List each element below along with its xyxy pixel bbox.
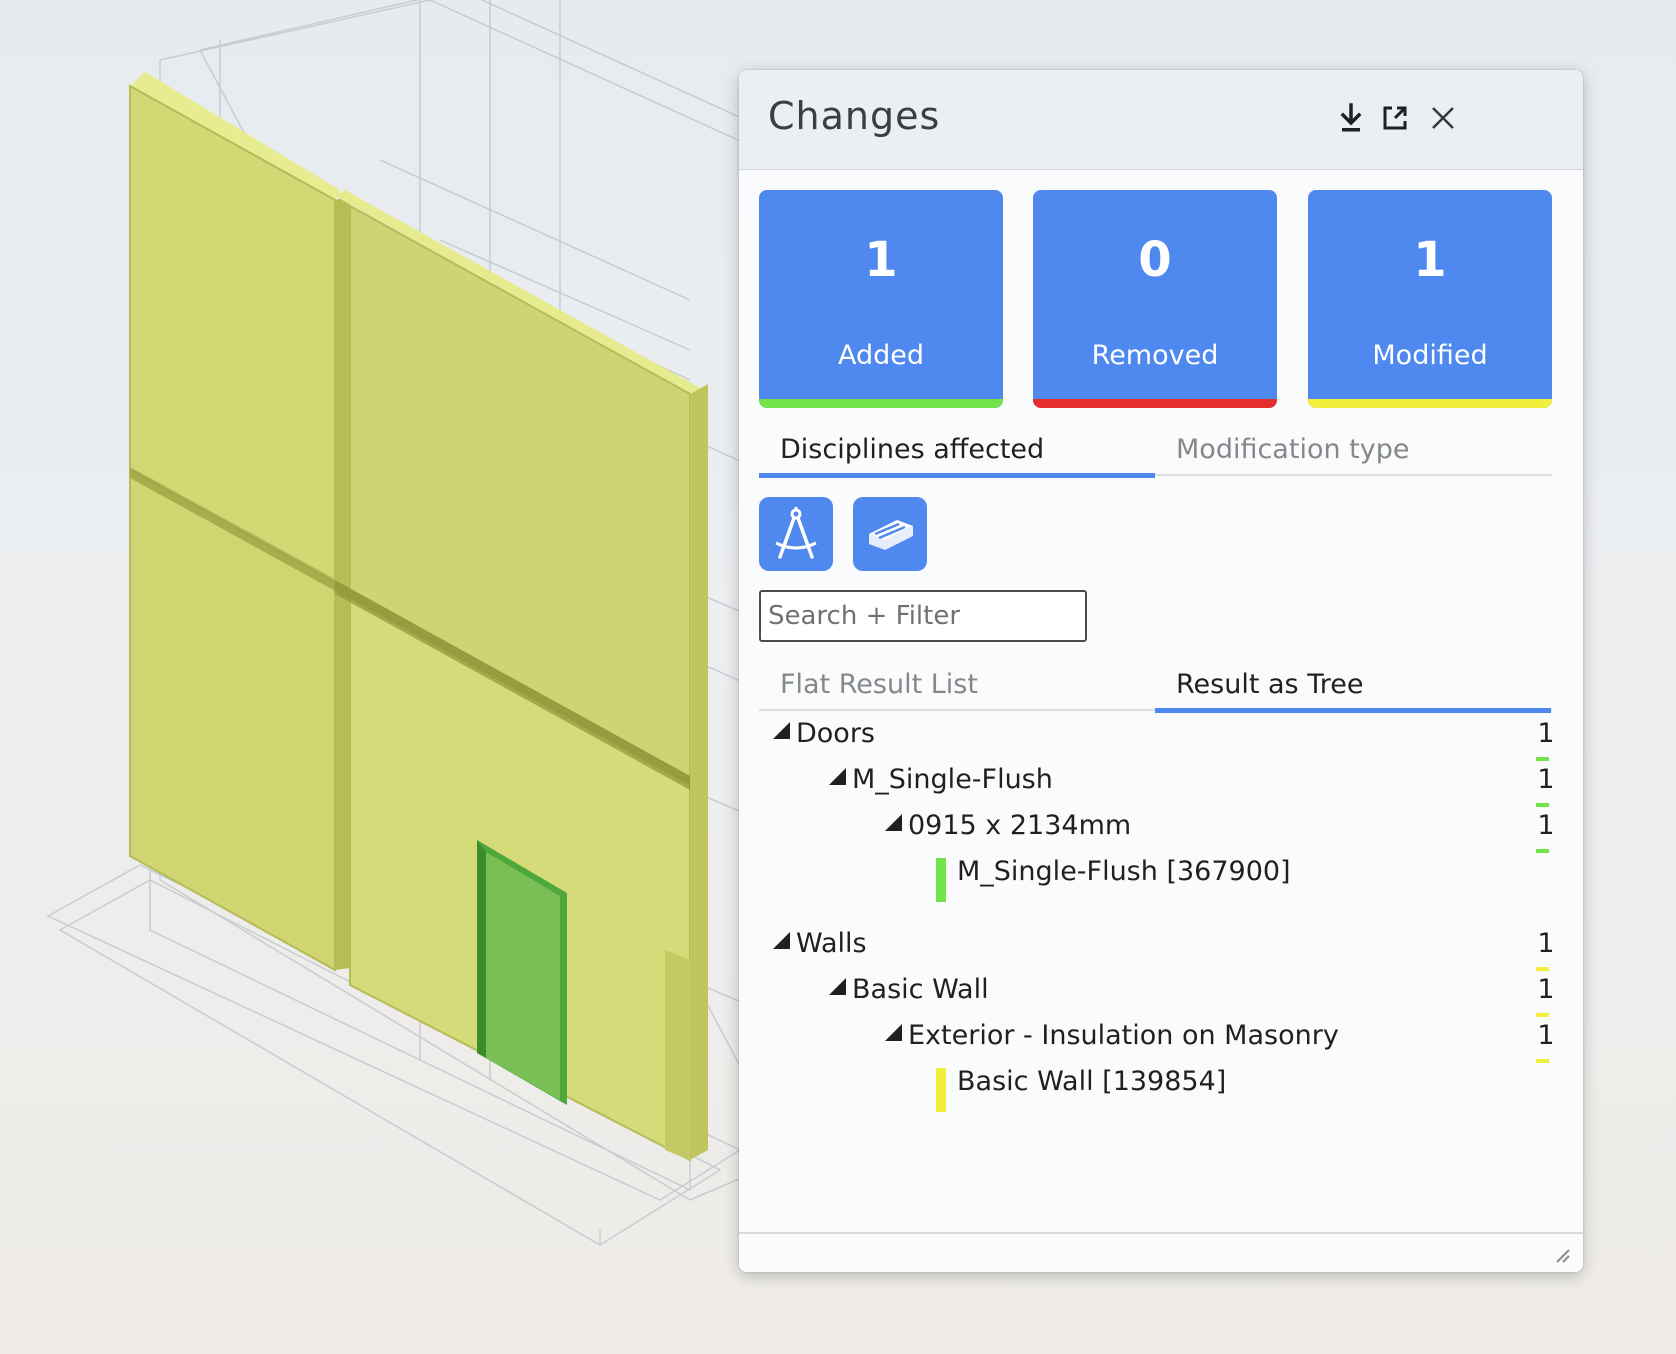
architecture-discipline-button[interactable]: [759, 497, 833, 571]
panel-title: Changes: [768, 94, 941, 138]
architecture-compass-icon: [775, 507, 817, 559]
added-count: 1: [864, 232, 898, 288]
download-icon: [1340, 103, 1362, 132]
result-tabs: Flat Result List Result as Tree: [759, 665, 1552, 713]
modified-wall[interactable]: [129, 72, 708, 1162]
added-card[interactable]: 1 Added: [759, 190, 1003, 408]
tree-node-type[interactable]: Exterior - Insulation on Masonry 1: [739, 1020, 1583, 1063]
tree-count: 1: [1537, 718, 1555, 749]
expand-triangle-icon[interactable]: [773, 932, 790, 949]
tree-count: 1: [1537, 764, 1555, 795]
tree-label: M_Single-Flush: [852, 764, 1053, 795]
tree-leaf-element[interactable]: M_Single-Flush [367900]: [739, 856, 1583, 902]
added-marker: [936, 858, 946, 902]
expand-triangle-icon[interactable]: [829, 768, 846, 785]
tab-result-as-tree[interactable]: Result as Tree: [1155, 665, 1551, 713]
tree-label: Exterior - Insulation on Masonry: [908, 1020, 1339, 1051]
expand-triangle-icon[interactable]: [773, 722, 790, 739]
close-button[interactable]: [1423, 98, 1463, 138]
tab-modification-type[interactable]: Modification type: [1155, 430, 1551, 476]
tree-count: 1: [1537, 810, 1555, 841]
modified-card[interactable]: 1 Modified: [1308, 190, 1552, 408]
expand-triangle-icon[interactable]: [885, 814, 902, 831]
close-icon: [1432, 107, 1454, 129]
modified-label: Modified: [1372, 340, 1488, 371]
tree-node-family[interactable]: Basic Wall 1: [739, 974, 1583, 1017]
added-indicator: [1536, 849, 1549, 853]
tree-node-doors[interactable]: Doors 1: [739, 718, 1583, 761]
view-tabs: Disciplines affected Modification type: [759, 430, 1552, 478]
tree-label: Doors: [796, 718, 875, 749]
tree-label: Walls: [796, 928, 867, 959]
removed-bar: [1033, 399, 1277, 408]
tree-leaf-element[interactable]: Basic Wall [139854]: [739, 1066, 1583, 1112]
added-bar: [759, 399, 1003, 408]
tree-count: 1: [1537, 1020, 1555, 1051]
tree-node-family[interactable]: M_Single-Flush 1: [739, 764, 1583, 807]
added-label: Added: [837, 340, 925, 371]
tab-disciplines-affected[interactable]: Disciplines affected: [759, 430, 1155, 478]
tree-label: Basic Wall [139854]: [957, 1066, 1227, 1097]
panel-footer: [739, 1232, 1583, 1272]
tree-node-walls[interactable]: Walls 1: [739, 928, 1583, 971]
added-indicator: [1536, 757, 1549, 761]
search-filter-input[interactable]: [759, 590, 1087, 642]
changes-panel: Changes 1 Added 0 Removed 1 Modified Dis…: [739, 70, 1583, 1272]
removed-count: 0: [1138, 232, 1172, 288]
tree-node-type[interactable]: 0915 x 2134mm 1: [739, 810, 1583, 853]
tree-label: M_Single-Flush [367900]: [957, 856, 1291, 887]
download-button[interactable]: [1331, 98, 1371, 138]
modified-indicator: [1536, 1059, 1549, 1063]
tree-label: Basic Wall: [852, 974, 989, 1005]
modified-count: 1: [1413, 232, 1447, 288]
tree-count: 1: [1537, 928, 1555, 959]
structural-beam-icon: [869, 520, 913, 550]
modified-bar: [1308, 399, 1552, 408]
tab-flat-result-list[interactable]: Flat Result List: [759, 665, 1155, 711]
modified-marker: [936, 1068, 946, 1112]
expand-triangle-icon[interactable]: [829, 978, 846, 995]
resize-grip-icon[interactable]: [1551, 1244, 1571, 1264]
removed-label: Removed: [1091, 340, 1219, 371]
tree-count: 1: [1537, 974, 1555, 1005]
tree-label: 0915 x 2134mm: [908, 810, 1132, 841]
popout-button[interactable]: [1375, 98, 1415, 138]
structure-discipline-button[interactable]: [853, 497, 927, 571]
expand-triangle-icon[interactable]: [885, 1024, 902, 1041]
panel-header: Changes: [739, 70, 1583, 170]
modified-indicator: [1536, 1013, 1549, 1017]
added-indicator: [1536, 803, 1549, 807]
popout-icon: [1383, 106, 1407, 130]
modified-indicator: [1536, 967, 1549, 971]
removed-card[interactable]: 0 Removed: [1033, 190, 1277, 408]
